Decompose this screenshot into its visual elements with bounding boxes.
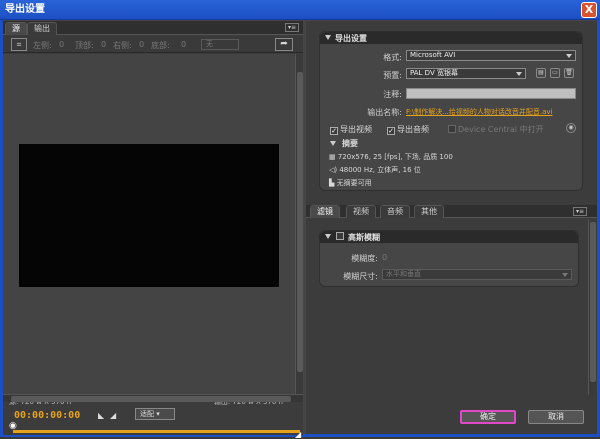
settings-tab-bar: 滤镜 视频 音频 其他 ▾≡ — [306, 205, 597, 218]
crop-top-value[interactable]: 0 — [101, 40, 106, 49]
check-icon: ✓ — [387, 127, 395, 135]
video-summary: ▦ 720x576, 25 [fps], 下场, 品质 100 — [329, 153, 453, 161]
settings-panel-menu-button[interactable]: ▾≡ — [573, 207, 587, 216]
output-name-label: 输出名称: — [367, 108, 402, 117]
blur-dimension-select[interactable]: 水平和垂直 — [382, 269, 572, 280]
close-button[interactable]: X — [581, 2, 597, 18]
crop-left-label: 左侧: — [33, 41, 52, 50]
set-in-point-icon[interactable]: ◣ — [98, 411, 104, 420]
crop-toolbar: ⌗ 左侧: 0 顶部: 0 右侧: 0 底部: 0 无 ➦ — [3, 36, 303, 53]
comment-label: 注释: — [383, 90, 402, 99]
blur-dimension-label: 模糊尺寸: — [343, 272, 378, 281]
settings-panel: 导出设置 格式: Microsoft AVI 预置: PAL DV 宽银幕 ▤ … — [306, 21, 597, 434]
cancel-button[interactable]: 取消 — [528, 410, 584, 424]
device-central-checkbox: Device Central 中打开 — [448, 124, 544, 135]
preview-vertical-scrollbar[interactable] — [295, 54, 303, 394]
export-settings-title: 导出设置 — [335, 34, 367, 43]
horizontal-scroll-thumb[interactable] — [11, 396, 291, 402]
gaussian-blur-title: 高斯模糊 — [348, 233, 380, 242]
set-out-point-icon[interactable]: ◢ — [110, 411, 116, 420]
collapse-triangle-icon[interactable] — [325, 35, 331, 40]
format-label: 格式: — [383, 53, 402, 62]
delete-preset-icon[interactable]: 🗑 — [564, 68, 574, 78]
swap-arrow-icon[interactable]: ➦ — [275, 38, 293, 51]
preview-area: 源: 720 w X 576 h 输出: 720 w X 576 h — [3, 54, 295, 406]
settings-scroll-thumb[interactable] — [590, 222, 596, 382]
preview-horizontal-scrollbar[interactable] — [3, 394, 303, 402]
blur-dimension-value: 水平和垂直 — [386, 270, 421, 278]
chevron-down-icon — [562, 273, 568, 277]
playback-controls: 00:00:00:00 ◣ ◢ 适配 ▾ ◉ ◢ — [3, 405, 303, 439]
settings-vertical-scrollbar[interactable] — [588, 220, 596, 395]
ok-button[interactable]: 确定 — [460, 410, 516, 424]
tab-source[interactable]: 源 — [5, 22, 27, 35]
preset-label: 预置: — [383, 71, 402, 80]
tab-filters[interactable]: 滤镜 — [310, 205, 340, 218]
chart-icon: ▙ — [329, 179, 337, 187]
blur-amount-value[interactable]: 0 — [382, 253, 387, 262]
import-preset-icon[interactable]: ▭ — [550, 68, 560, 78]
check-icon: ✓ — [330, 127, 338, 135]
device-central-label: Device Central 中打开 — [458, 125, 544, 134]
speaker-icon: ◁) — [329, 166, 340, 174]
collapse-triangle-icon[interactable] — [325, 234, 331, 239]
crop-icon[interactable]: ⌗ — [11, 38, 27, 51]
tab-audio[interactable]: 音频 — [380, 205, 410, 218]
export-video-label: 导出视频 — [340, 125, 372, 134]
tab-output[interactable]: 输出 — [27, 22, 57, 35]
preset-value: PAL DV 宽银幕 — [410, 69, 458, 77]
comment-input[interactable] — [406, 88, 576, 99]
crop-right-value[interactable]: 0 — [139, 40, 144, 49]
crop-right-label: 右侧: — [113, 41, 132, 50]
preset-select[interactable]: PAL DV 宽银幕 — [406, 68, 526, 79]
tab-video[interactable]: 视频 — [346, 205, 376, 218]
blur-enable-checkbox[interactable] — [336, 232, 344, 240]
other-summary: ▙ 无摘要可用 — [329, 179, 372, 187]
zoom-fit-select[interactable]: 适配 ▾ — [135, 408, 175, 420]
title-bar: 导出设置 X — [0, 0, 600, 20]
export-settings-section: 导出设置 格式: Microsoft AVI 预置: PAL DV 宽银幕 ▤ … — [319, 31, 583, 191]
summary-title: 摘要 — [342, 139, 358, 148]
playhead-icon[interactable]: ◉ — [9, 421, 17, 431]
audio-summary: ◁) 48000 Hz, 立体声, 16 位 — [329, 166, 421, 174]
chevron-down-icon — [516, 72, 522, 76]
timeline-bar[interactable] — [13, 430, 300, 433]
source-output-panel: 源 输出 ▾≡ ⌗ 左侧: 0 顶部: 0 右侧: 0 底部: 0 无 ➦ 源:… — [3, 21, 303, 439]
export-settings-header[interactable]: 导出设置 — [320, 32, 582, 44]
tab-other[interactable]: 其他 — [414, 205, 444, 218]
export-video-checkbox[interactable]: ✓ 导出视频 — [330, 124, 372, 135]
blur-amount-label: 模糊度: — [351, 254, 378, 263]
timeline-end-marker-icon[interactable]: ◢ — [295, 430, 301, 439]
export-audio-checkbox[interactable]: ✓ 导出音频 — [387, 124, 429, 135]
left-tab-bar: 源 输出 ▾≡ — [3, 21, 303, 35]
gaussian-blur-section: 高斯模糊 模糊度: 0 模糊尺寸: 水平和垂直 — [319, 230, 579, 287]
summary-collapse-icon[interactable] — [330, 141, 336, 146]
panel-menu-button[interactable]: ▾≡ — [285, 23, 299, 32]
crop-top-label: 顶部: — [75, 41, 94, 50]
vertical-scroll-thumb[interactable] — [297, 72, 303, 372]
save-preset-icon[interactable]: ▤ — [536, 68, 546, 78]
gaussian-blur-header[interactable]: 高斯模糊 — [320, 231, 578, 243]
crop-left-value[interactable]: 0 — [59, 40, 64, 49]
device-central-icon: ◉ — [566, 123, 576, 133]
format-value: Microsoft AVI — [410, 51, 456, 59]
format-select[interactable]: Microsoft AVI — [406, 50, 576, 61]
video-preview — [19, 144, 279, 287]
timecode-display[interactable]: 00:00:00:00 — [14, 410, 80, 421]
chevron-down-icon — [566, 54, 572, 58]
crop-bottom-value[interactable]: 0 — [181, 40, 186, 49]
crop-bottom-label: 底部: — [151, 41, 170, 50]
film-icon: ▦ — [329, 153, 338, 161]
window-title: 导出设置 — [5, 4, 45, 15]
zoom-fit-label: 适配 — [140, 410, 154, 418]
output-name-link[interactable]: F:\制作解决...给视频的人物对话改音并配音.avi — [406, 107, 552, 117]
crop-preset-select[interactable]: 无 — [201, 39, 239, 50]
unchecked-box-icon — [448, 125, 456, 133]
export-audio-label: 导出音频 — [397, 125, 429, 134]
